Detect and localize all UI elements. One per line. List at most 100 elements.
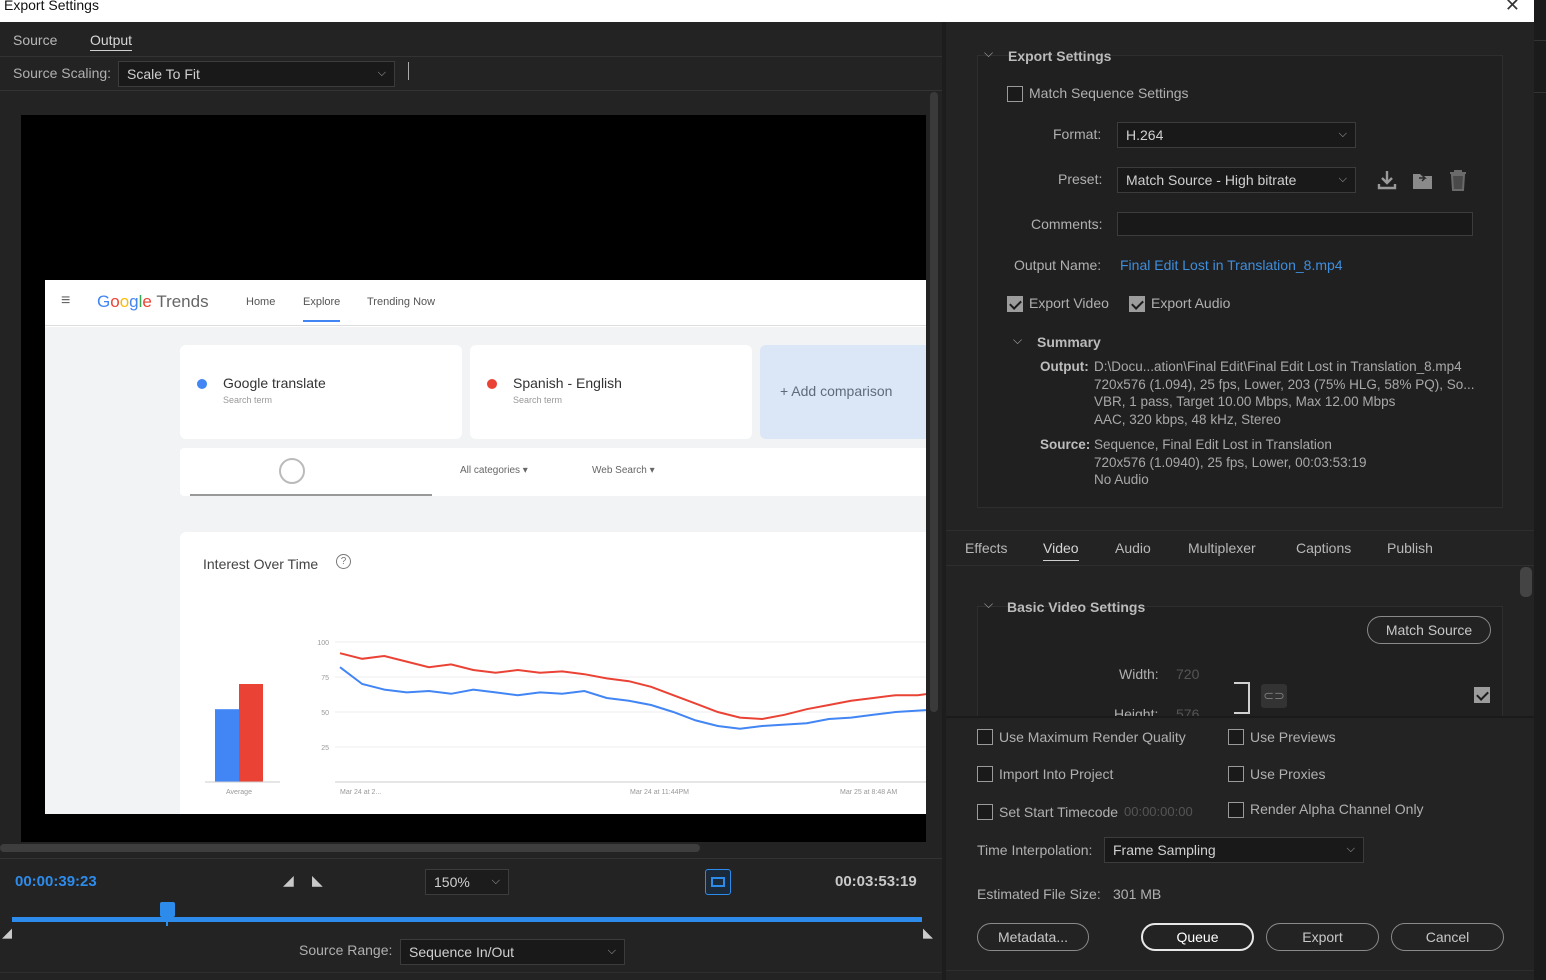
basic-video-heading: Basic Video Settings xyxy=(1007,599,1146,615)
export-button[interactable]: Export xyxy=(1266,923,1379,951)
summary-line: Sequence, Final Edit Lost in Translation xyxy=(1094,437,1332,452)
tab-audio[interactable]: Audio xyxy=(1115,540,1151,556)
format-dropdown[interactable]: H.264 ⌵ xyxy=(1117,122,1356,148)
preset-dropdown[interactable]: Match Source - High bitrate ⌵ xyxy=(1117,167,1356,193)
preview-pane: Source Output Source Scaling: Scale To F… xyxy=(0,22,942,980)
divider xyxy=(0,858,942,859)
series-line xyxy=(339,666,926,730)
summary-line: AAC, 320 kbps, 48 kHz, Stereo xyxy=(1094,411,1281,427)
current-timecode[interactable]: 00:00:39:23 xyxy=(15,873,97,890)
trends-header: ≡ Google Trends Home Explore Trending No… xyxy=(45,280,926,326)
export-audio-checkbox[interactable] xyxy=(1129,296,1145,312)
delete-preset-icon[interactable] xyxy=(1448,168,1468,192)
add-comparison-card: + Add comparison xyxy=(760,345,926,439)
vertical-scrollbar[interactable] xyxy=(930,92,938,712)
source-range-dropdown[interactable]: Sequence In/Out ⌵ xyxy=(400,939,625,965)
out-point-icon[interactable]: ◣ xyxy=(923,925,933,941)
average-label: Average xyxy=(226,789,252,796)
match-sequence-checkbox[interactable] xyxy=(1007,86,1023,102)
import-preset-icon[interactable] xyxy=(1411,169,1435,191)
interest-card: Interest Over Time ? 100 75 50 25 Average Mar… xyxy=(180,532,926,814)
use-proxies-checkbox[interactable] xyxy=(1228,766,1244,782)
y-tick-label: 100 xyxy=(317,640,329,647)
term-sub: Search term xyxy=(513,395,563,405)
file-size-label: Estimated File Size: xyxy=(977,886,1101,902)
tab-video[interactable]: Video xyxy=(1043,540,1079,561)
horizontal-scrollbar[interactable] xyxy=(0,844,700,852)
summary-line: 720x576 (1.094), 25 fps, Lower, 203 (75%… xyxy=(1094,376,1475,392)
timeline-bar[interactable] xyxy=(12,917,922,922)
chevron-down-icon: ⌵ xyxy=(1338,128,1347,140)
tab-effects[interactable]: Effects xyxy=(965,540,1008,556)
google-trends-logo: Google Trends xyxy=(97,292,209,312)
summary-source: Sequence, Final Edit Lost in Translation… xyxy=(1094,436,1366,489)
right-edge-strip xyxy=(1534,0,1546,980)
mark-out-icon[interactable]: ◣ xyxy=(312,872,323,889)
interest-chart: 100 75 50 25 Average Mar 24 at 2... Mar 24 at … xyxy=(205,640,926,796)
max-render-checkbox[interactable] xyxy=(977,729,993,745)
source-scaling-value: Scale To Fit xyxy=(127,66,200,82)
logo-letter: e xyxy=(142,292,152,311)
add-comparison-text: + Add comparison xyxy=(780,383,893,399)
tab-source[interactable]: Source xyxy=(13,32,57,48)
match-source-button[interactable]: Match Source xyxy=(1367,616,1491,644)
summary-line: No Audio xyxy=(1094,472,1149,488)
export-audio-label: Export Audio xyxy=(1151,295,1231,311)
queue-button[interactable]: Queue xyxy=(1141,923,1254,951)
tab-multiplexer[interactable]: Multiplexer xyxy=(1188,540,1256,556)
summary-heading: Summary xyxy=(1037,334,1101,350)
chevron-down-icon: ⌵ xyxy=(607,945,616,957)
chevron-down-icon: ⌵ xyxy=(491,875,500,887)
video-preview: ≡ Google Trends Home Explore Trending No… xyxy=(21,115,926,842)
height-value[interactable]: 576 xyxy=(1176,706,1199,716)
collapse-chevron-icon[interactable]: ⌵ xyxy=(984,597,993,612)
start-timecode-value[interactable]: 00:00:00:00 xyxy=(1124,804,1193,819)
zoom-dropdown[interactable]: 150% ⌵ xyxy=(425,869,509,895)
time-interpolation-dropdown[interactable]: Frame Sampling ⌵ xyxy=(1104,837,1364,863)
collapse-chevron-icon[interactable]: ⌵ xyxy=(984,46,993,61)
mark-in-icon[interactable]: ◢ xyxy=(283,872,294,889)
chevron-down-icon: ⌵ xyxy=(1346,843,1355,855)
divider xyxy=(946,530,1534,531)
in-point-icon[interactable]: ◢ xyxy=(2,925,12,941)
video-setting-checkbox[interactable] xyxy=(1474,687,1490,703)
comments-field[interactable] xyxy=(1117,212,1473,236)
source-scaling-label: Source Scaling: xyxy=(13,65,112,81)
summary-line: VBR, 1 pass, Target 10.00 Mbps, Max 12.0… xyxy=(1094,394,1396,410)
preset-label: Preset: xyxy=(1058,171,1103,187)
settings-pane: ⌵ Export Settings Match Sequence Setting… xyxy=(946,22,1534,980)
start-timecode-checkbox[interactable] xyxy=(977,804,993,820)
duration-timecode: 00:03:53:19 xyxy=(835,873,917,890)
aspect-ratio-icon[interactable] xyxy=(705,869,731,895)
close-icon[interactable]: ✕ xyxy=(1505,0,1520,16)
output-name-link[interactable]: Final Edit Lost in Translation_8.mp4 xyxy=(1120,257,1343,273)
chevron-down-icon: ⌵ xyxy=(377,67,386,79)
settings-scrollbar[interactable] xyxy=(1520,567,1532,597)
tab-output[interactable]: Output xyxy=(90,32,133,51)
average-bar xyxy=(239,684,263,782)
summary-line: 720x576 (1.0940), 25 fps, Lower, 00:03:5… xyxy=(1094,454,1367,470)
save-preset-icon[interactable] xyxy=(1376,169,1398,191)
import-project-checkbox[interactable] xyxy=(977,766,993,782)
playhead[interactable] xyxy=(160,902,175,917)
height-label: Height: xyxy=(1114,706,1159,716)
source-scaling-dropdown[interactable]: Scale To Fit ⌵ xyxy=(118,61,395,87)
zoom-value: 150% xyxy=(434,874,470,890)
tab-publish[interactable]: Publish xyxy=(1387,540,1433,556)
export-video-checkbox[interactable] xyxy=(1007,296,1023,312)
alpha-only-checkbox[interactable] xyxy=(1228,802,1244,818)
category-filter: All categories ▾ xyxy=(460,465,528,476)
interest-title: Interest Over Time xyxy=(203,556,319,572)
source-range-label: Source Range: xyxy=(299,942,393,958)
collapse-chevron-icon[interactable]: ⌵ xyxy=(1013,333,1022,348)
preset-value: Match Source - High bitrate xyxy=(1126,172,1297,188)
tab-captions[interactable]: Captions xyxy=(1296,540,1351,556)
width-value[interactable]: 720 xyxy=(1176,666,1199,682)
term-dot xyxy=(197,379,207,389)
metadata-button[interactable]: Metadata... xyxy=(977,923,1089,951)
x-tick-label: Mar 25 at 8:48 AM xyxy=(840,789,897,796)
use-previews-checkbox[interactable] xyxy=(1228,729,1244,745)
cancel-button[interactable]: Cancel xyxy=(1391,923,1504,951)
constrain-link-icon[interactable]: ⊂⊃ xyxy=(1261,684,1287,708)
export-video-label: Export Video xyxy=(1029,295,1109,311)
